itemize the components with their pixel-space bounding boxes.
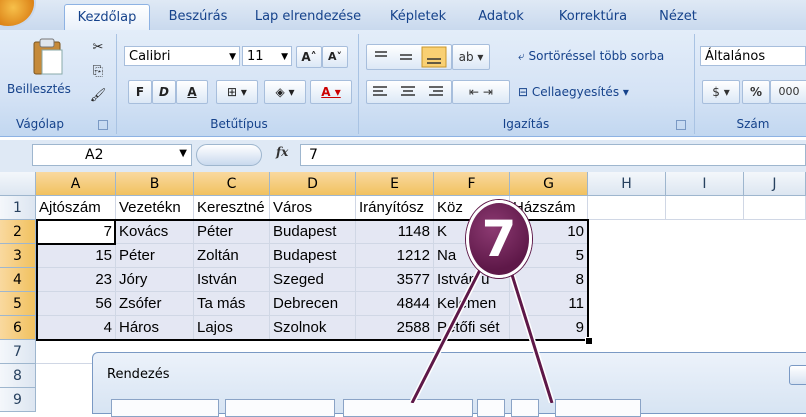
callout-lines bbox=[409, 260, 555, 403]
step-number-badge: 7 bbox=[466, 200, 532, 278]
